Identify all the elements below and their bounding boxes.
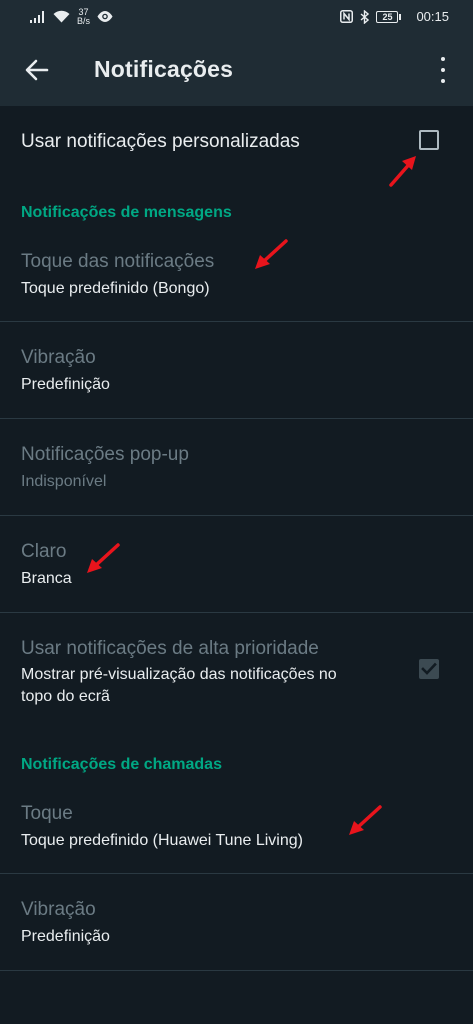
more-options-button[interactable] [433,57,453,83]
popup-notifications-item: Notificações pop-up Indisponível [0,419,473,515]
high-priority-title: Usar notificações de alta prioridade [21,638,319,659]
battery-level: 25 [382,11,393,22]
call-tone-item[interactable]: Toque Toque predefinido (Huawei Tune Liv… [0,786,473,873]
high-priority-checkbox[interactable] [419,659,439,679]
back-button[interactable] [22,55,52,85]
message-vibration-value: Predefinição [21,376,110,393]
call-tone-value: Toque predefinido (Huawei Tune Living) [21,832,303,849]
high-priority-item[interactable]: Usar notificações de alta prioridade Mos… [0,613,473,723]
high-priority-desc-line1: Mostrar pré-visualização das notificaçõe… [21,666,337,683]
check-icon [421,662,437,675]
status-time: 00:15 [416,9,449,24]
message-tone-item[interactable]: Toque das notificações Toque predefinido… [0,234,473,321]
message-vibration-item[interactable]: Vibração Predefinição [0,322,473,418]
annotation-arrow-icon [87,543,120,573]
calls-section-header: Notificações de chamadas [21,756,222,773]
light-value: Branca [21,570,72,587]
popup-notifications-title: Notificações pop-up [21,444,189,465]
annotation-arrow-icon [349,805,382,835]
signal-icon [30,10,44,23]
speed-unit: B/s [77,15,91,26]
light-item[interactable]: Claro Branca [0,516,473,612]
status-left: 37 B/s [30,7,113,26]
call-vibration-value: Predefinição [21,928,110,945]
call-tone-title: Toque [21,803,73,824]
light-title: Claro [21,541,67,562]
custom-notifications-checkbox[interactable] [419,130,439,150]
message-tone-title: Toque das notificações [21,251,215,272]
annotation-arrow-icon [389,156,416,187]
battery-icon: 25 [376,10,402,23]
call-vibration-item[interactable]: Vibração Predefinição [0,874,473,970]
annotation-arrow-icon [255,239,288,269]
more-vert-dot [441,79,445,83]
more-vert-icon [441,57,445,61]
high-priority-desc-line2: topo do ecrã [21,688,110,705]
message-vibration-title: Vibração [21,347,96,368]
status-bar: 37 B/s 25 00:15 [0,0,473,33]
eye-icon [97,11,113,22]
bluetooth-icon [360,9,370,24]
custom-notifications-label: Usar notificações personalizadas [21,131,300,152]
wifi-icon [53,10,70,23]
app-bar: Notificações [0,33,473,106]
message-tone-value: Toque predefinido (Bongo) [21,280,210,297]
popup-notifications-value: Indisponível [21,473,107,490]
page-title: Notificações [94,56,234,82]
call-vibration-title: Vibração [21,899,96,920]
more-vert-dot [441,68,445,72]
nfc-icon [340,10,354,23]
messages-section-header: Notificações de mensagens [21,204,232,221]
divider [0,970,473,971]
network-speed: 37 B/s [77,7,91,26]
status-right: 25 00:15 [340,9,449,24]
back-arrow-icon [25,59,49,80]
